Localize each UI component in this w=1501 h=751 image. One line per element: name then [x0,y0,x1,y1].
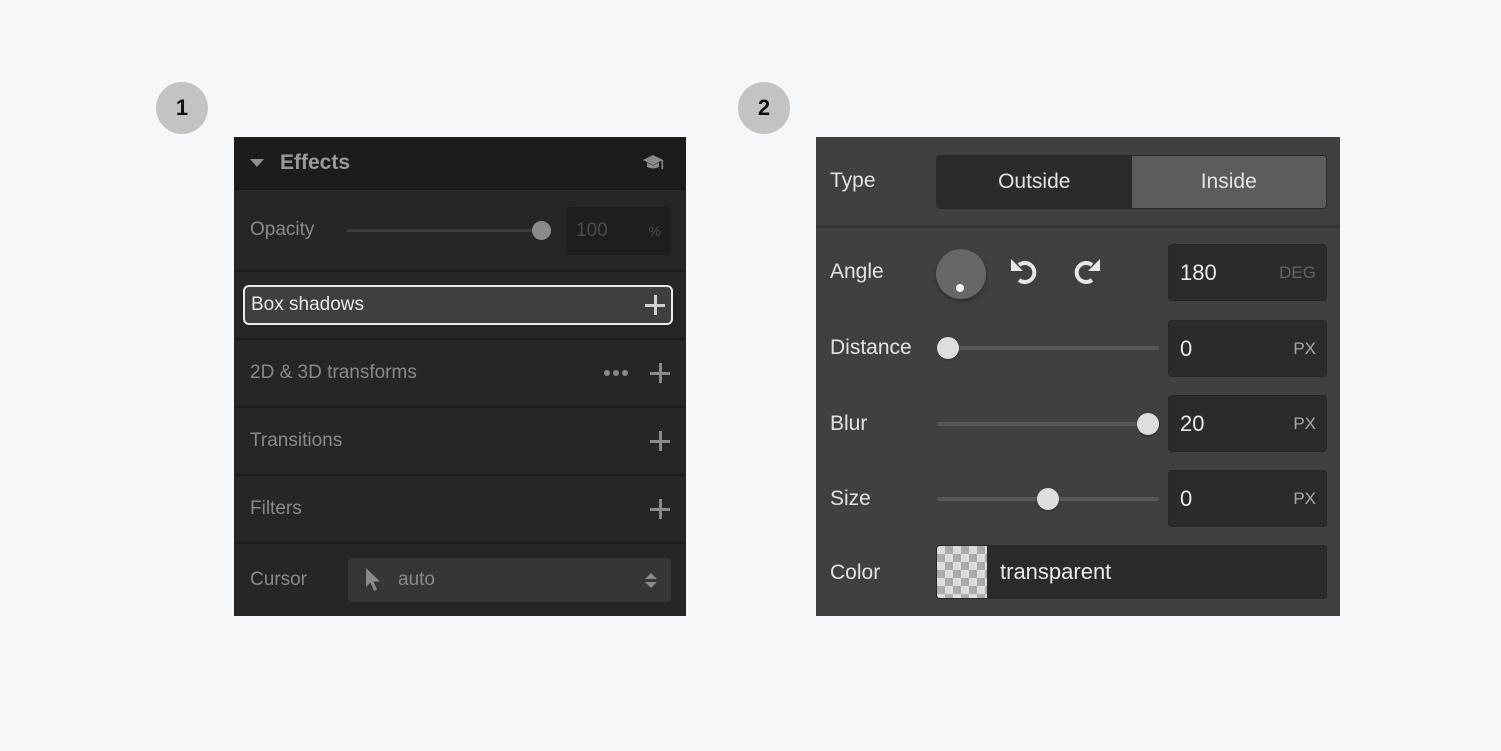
size-unit: PX [1293,488,1316,508]
box-shadows-section[interactable]: Box shadows [243,285,673,325]
step-badge-2: 2 [738,82,790,134]
angle-dial-indicator [956,284,964,292]
opacity-input[interactable]: 100 % [566,207,671,255]
distance-slider-thumb[interactable] [937,337,959,359]
blur-unit: PX [1293,413,1316,433]
rotate-counterclockwise-icon[interactable] [1009,255,1043,289]
opacity-row: Opacity 100 % [234,190,686,270]
distance-input[interactable]: 0 PX [1168,320,1327,377]
size-label: Size [830,487,871,510]
effects-title: Effects [280,151,351,174]
more-options-icon[interactable] [604,370,628,376]
size-value: 0 [1180,485,1193,511]
type-label: Type [830,169,876,192]
opacity-slider-track[interactable] [347,229,542,232]
transitions-row[interactable]: Transitions [234,406,686,474]
distance-label: Distance [830,336,912,359]
color-value: transparent [1000,559,1112,584]
transforms-row[interactable]: 2D & 3D transforms [234,338,686,406]
angle-label: Angle [830,260,884,283]
cursor-select[interactable]: auto [348,558,671,602]
type-outside-button[interactable]: Outside [937,156,1132,208]
filters-row[interactable]: Filters [234,474,686,542]
color-label: Color [830,561,881,584]
graduation-cap-icon[interactable] [642,154,664,172]
divider [816,225,1340,228]
angle-dial[interactable] [936,249,986,299]
opacity-value: 100 [576,220,608,241]
add-filter-plus-icon[interactable] [650,499,670,519]
size-slider-thumb[interactable] [1037,488,1059,510]
transforms-label: 2D & 3D transforms [250,362,417,383]
angle-unit: DEG [1279,262,1316,282]
distance-value: 0 [1180,335,1193,361]
box-shadow-settings-panel: Type Outside Inside Angle 180 DEG Distan… [816,137,1340,616]
opacity-label: Opacity [250,219,315,240]
angle-input[interactable]: 180 DEG [1168,244,1327,301]
effects-header[interactable]: Effects [234,137,686,190]
add-transform-plus-icon[interactable] [650,363,670,383]
transparent-swatch-icon[interactable] [937,546,987,598]
cursor-label: Cursor [250,569,308,590]
blur-input[interactable]: 20 PX [1168,395,1327,452]
distance-slider-track[interactable] [937,346,1159,350]
opacity-unit: % [648,223,661,239]
add-box-shadow-plus-icon[interactable] [645,295,665,315]
angle-value: 180 [1180,259,1217,285]
pointer-arrow-icon [366,568,380,591]
type-inside-button[interactable]: Inside [1131,156,1326,208]
blur-slider-thumb[interactable] [1137,413,1159,435]
transitions-label: Transitions [250,430,343,451]
opacity-slider-thumb[interactable] [532,221,551,240]
add-transition-plus-icon[interactable] [650,431,670,451]
type-toggle: Outside Inside [936,155,1327,209]
filters-label: Filters [250,498,302,519]
distance-unit: PX [1293,338,1316,358]
step-badge-1: 1 [156,82,208,134]
color-field[interactable]: transparent [936,545,1327,599]
box-shadows-row: Box shadows [234,270,686,338]
cursor-value: auto [398,569,435,590]
rotate-clockwise-icon[interactable] [1068,255,1102,289]
blur-value: 20 [1180,410,1205,436]
blur-slider-track[interactable] [937,422,1159,426]
blur-label: Blur [830,412,868,435]
box-shadows-label: Box shadows [251,294,365,315]
effects-panel: Effects Opacity 100 % Box shadows 2D & 3… [234,137,686,616]
select-updown-icon [645,572,657,588]
size-input[interactable]: 0 PX [1168,470,1327,527]
collapse-caret-icon[interactable] [250,159,264,167]
cursor-row: Cursor auto [234,542,686,616]
